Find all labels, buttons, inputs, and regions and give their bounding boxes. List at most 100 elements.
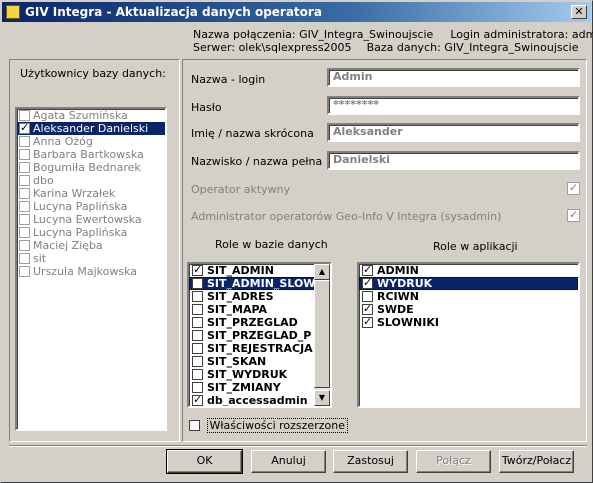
role-name: SIT_ADRES (207, 290, 274, 303)
admin-login-value: admin (571, 28, 593, 41)
operator-active-checkbox[interactable] (567, 181, 580, 195)
db-roles-scrollbar[interactable]: ▲ ▼ (314, 264, 330, 406)
role-checkbox[interactable] (362, 291, 373, 302)
role-item[interactable]: SIT_REJESTRACJA (189, 342, 330, 355)
role-checkbox[interactable] (192, 393, 203, 406)
db-roles-list[interactable]: SIT_ADMINSIT_ADMIN_SLOWNIKSIT_ADRESSIT_M… (187, 262, 332, 408)
user-list-item[interactable]: Lucyna Paplińska (17, 226, 165, 239)
role-name: RCIWN (377, 290, 419, 303)
role-item[interactable]: SLOWNIKI (359, 315, 578, 329)
db-roles-title: Role w bazie danych (215, 238, 328, 251)
role-checkbox[interactable] (192, 356, 203, 367)
role-checkbox[interactable] (192, 343, 203, 354)
role-item[interactable]: SWDE (359, 302, 578, 316)
database-value: GIV_Integra_Swinoujscie (444, 41, 579, 54)
create-connect-button[interactable]: Twórz/Połacz (499, 450, 574, 473)
user-checkbox[interactable] (19, 175, 30, 186)
user-list-item[interactable]: Bogumiła Bednarek (17, 161, 165, 174)
login-field[interactable]: Admin (327, 68, 580, 87)
window-title: GIV Integra - Aktualizacja danych operat… (25, 5, 322, 19)
operator-active-label: Operator aktywny (191, 183, 291, 196)
role-checkbox[interactable] (362, 315, 373, 328)
sysadmin-label: Administrator operatorów Geo-Info V Inte… (191, 210, 502, 223)
role-item[interactable]: ADMIN (359, 264, 578, 277)
connection-line: Nazwa połączenia: GIV_Integra_Swinoujsci… (193, 28, 593, 41)
user-checkbox[interactable] (19, 240, 30, 251)
user-checkbox[interactable] (19, 214, 30, 225)
close-button[interactable]: ✕ (571, 5, 587, 19)
users-list[interactable]: Agata SzumińskaAleksander DanielskiAnna … (15, 107, 167, 431)
role-item[interactable]: SIT_MAPA (189, 303, 330, 316)
role-item[interactable]: SIT_ADRES (189, 290, 330, 303)
role-checkbox[interactable] (362, 302, 373, 315)
user-checkbox[interactable] (19, 121, 30, 134)
user-list-item[interactable]: Lucyna Paplińska (17, 200, 165, 213)
lastname-field[interactable]: Danielski (327, 151, 580, 170)
app-icon (6, 5, 20, 19)
password-field[interactable]: ******** (327, 96, 580, 115)
role-checkbox[interactable] (192, 382, 203, 393)
user-list-item[interactable]: Lucyna Ewertowska (17, 213, 165, 226)
role-checkbox[interactable] (192, 291, 203, 302)
user-list-item[interactable]: Urszula Majkowska (17, 265, 165, 278)
role-checkbox[interactable] (192, 304, 203, 315)
role-checkbox[interactable] (192, 264, 203, 276)
apply-button[interactable]: Zastosuj (333, 450, 408, 473)
scroll-down-icon[interactable]: ▼ (314, 390, 330, 406)
role-item[interactable]: SIT_ZMIANY (189, 381, 330, 394)
role-name: SIT_MAPA (207, 303, 268, 316)
user-list-item[interactable]: dbo (17, 174, 165, 187)
role-item[interactable]: SIT_ADMIN_SLOWNIK (189, 277, 330, 290)
role-item[interactable]: SIT_WYDRUK (189, 368, 330, 381)
role-item[interactable]: SIT_SKAN (189, 355, 330, 368)
app-roles-title: Role w aplikacji (433, 240, 518, 253)
user-checkbox[interactable] (19, 162, 30, 173)
role-name: SIT_SKAN (207, 355, 267, 368)
user-checkbox[interactable] (19, 201, 30, 212)
user-list-item[interactable]: Karina Wrzałek (17, 187, 165, 200)
role-checkbox[interactable] (192, 278, 203, 289)
title-bar[interactable]: GIV Integra - Aktualizacja danych operat… (2, 2, 591, 22)
scroll-up-icon[interactable]: ▲ (314, 264, 330, 280)
user-checkbox[interactable] (19, 253, 30, 264)
role-checkbox[interactable] (192, 317, 203, 328)
user-checkbox[interactable] (19, 136, 30, 147)
role-item[interactable]: RCIWN (359, 290, 578, 303)
role-checkbox[interactable] (192, 330, 203, 341)
role-item[interactable]: db_accessadmin (189, 393, 330, 406)
user-list-item[interactable]: Barbara Bartkowska (17, 148, 165, 161)
user-checkbox[interactable] (19, 227, 30, 238)
connect-button[interactable]: Połącz (416, 450, 491, 473)
role-checkbox[interactable] (362, 264, 373, 276)
role-item[interactable]: WYDRUK (359, 276, 578, 290)
user-name: dbo (33, 174, 54, 187)
user-list-item[interactable]: sit (17, 252, 165, 265)
user-list-item[interactable]: Maciej Zięba (17, 239, 165, 252)
user-list-item[interactable]: Agata Szumińska (17, 109, 165, 122)
user-name: Maciej Zięba (33, 239, 103, 252)
role-checkbox[interactable] (362, 276, 373, 289)
scroll-thumb[interactable] (314, 280, 330, 388)
user-list-item[interactable]: Anna Ożóg (17, 135, 165, 148)
role-item[interactable]: SIT_ADMIN (189, 264, 330, 277)
role-item[interactable]: SIT_PRZEGLAD (189, 316, 330, 329)
cancel-button[interactable]: Anuluj (251, 450, 326, 473)
role-name: SLOWNIKI (377, 316, 439, 329)
user-checkbox[interactable] (19, 110, 30, 121)
role-item[interactable]: SIT_PRZEGLAD_P (189, 329, 330, 342)
user-checkbox[interactable] (19, 149, 30, 160)
role-checkbox[interactable] (192, 369, 203, 380)
user-checkbox[interactable] (19, 188, 30, 199)
role-name: SIT_REJESTRACJA (207, 342, 313, 355)
firstname-field[interactable]: Aleksander (327, 123, 580, 142)
extended-properties-option[interactable]: Właściwości rozszerzone (189, 418, 348, 433)
extended-properties-label: Właściwości rozszerzone (206, 418, 348, 433)
user-list-item[interactable]: Aleksander Danielski (17, 121, 165, 135)
extended-properties-checkbox[interactable] (189, 420, 200, 431)
app-roles-list[interactable]: ADMINWYDRUKRCIWNSWDESLOWNIKI (357, 262, 580, 408)
sysadmin-checkbox[interactable] (567, 208, 580, 222)
ok-button[interactable]: OK (166, 449, 243, 474)
role-name: SIT_ADMIN (207, 264, 274, 277)
connection-name-label: Nazwa połączenia: (193, 28, 296, 41)
user-checkbox[interactable] (19, 266, 30, 277)
